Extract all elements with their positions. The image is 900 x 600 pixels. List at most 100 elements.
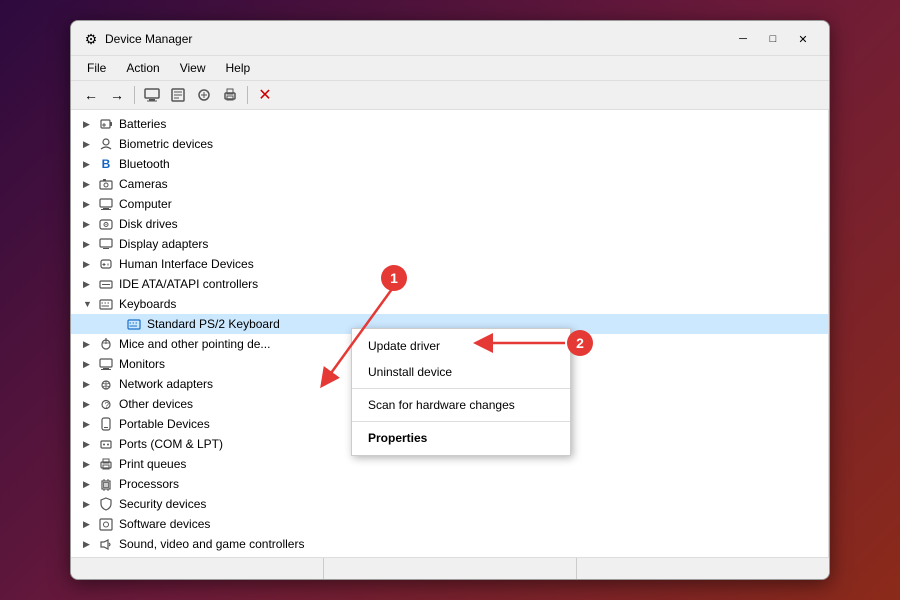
ctx-separator-2 [352,421,570,422]
chevron-soundvideo: ▶ [83,539,97,550]
chevron-bluetooth: ▶ [83,159,97,170]
ctx-update-driver[interactable]: Update driver [352,333,570,359]
keyboards-label: Keyboards [119,297,176,311]
tree-item-printqueues[interactable]: ▶ Print queues [71,454,828,474]
print-btn[interactable] [218,84,242,106]
tree-item-bluetooth[interactable]: ▶ B Bluetooth [71,154,828,174]
tree-item-keyboards[interactable]: ▼ Keyboards [71,294,828,314]
computer-icon-btn[interactable] [140,84,164,106]
chevron-monitors: ▶ [83,359,97,370]
softwaredevices-icon [97,516,115,532]
back-button[interactable]: ← [79,84,103,106]
cameras-icon [97,176,115,192]
networkadapters-label: Network adapters [119,377,213,391]
portabledevices-label: Portable Devices [119,417,210,431]
biometric-label: Biometric devices [119,137,213,151]
annotation-bubble-1: 1 [381,265,407,291]
printqueues-icon [97,456,115,472]
tree-item-processors[interactable]: ▶ Processors [71,474,828,494]
toolbar: ← → ✕ [71,81,829,110]
tree-item-batteries[interactable]: ▶ Batteries [71,114,828,134]
chevron-ports: ▶ [83,439,97,450]
tree-item-cameras[interactable]: ▶ Cameras [71,174,828,194]
tree-item-displayadapters[interactable]: ▶ Display adapters [71,234,828,254]
chevron-mice: ▶ [83,339,97,350]
chevron-keyboards: ▼ [83,299,97,309]
device-manager-window: ⚙ Device Manager ─ □ ✕ File Action View … [70,20,830,580]
printqueues-label: Print queues [119,457,186,471]
ctx-separator [352,388,570,389]
tree-item-hid[interactable]: ▶ Human Interface Devices [71,254,828,274]
maximize-button[interactable]: □ [759,29,787,49]
computer-label: Computer [119,197,172,211]
ports-icon [97,436,115,452]
ide-icon [97,276,115,292]
title-controls: ─ □ ✕ [729,29,817,49]
ctx-scan-hardware[interactable]: Scan for hardware changes [352,392,570,418]
ctx-properties[interactable]: Properties [352,425,570,451]
chevron-softwaredevices: ▶ [83,519,97,530]
toolbar-separator-1 [134,86,135,104]
close-button[interactable]: ✕ [789,29,817,49]
displayadapters-label: Display adapters [119,237,208,251]
biometric-icon [97,136,115,152]
processors-label: Processors [119,477,179,491]
tree-item-biometric[interactable]: ▶ Biometric devices [71,134,828,154]
tree-item-ide[interactable]: ▶ IDE ATA/ATAPI controllers [71,274,828,294]
chevron-batteries: ▶ [83,119,97,130]
cameras-label: Cameras [119,177,168,191]
monitors-icon [97,356,115,372]
tree-item-storagecontrollers[interactable]: ▶ Storage controllers [71,554,828,557]
mice-icon [97,336,115,352]
chevron-ide: ▶ [83,279,97,290]
content-area: ▶ Batteries ▶ Biometric devices ▶ [71,110,829,557]
chevron-diskdrives: ▶ [83,219,97,230]
menu-action[interactable]: Action [118,58,167,78]
displayadapters-icon [97,236,115,252]
status-section-1 [71,558,324,579]
softwaredevices-label: Software devices [119,517,210,531]
bluetooth-label: Bluetooth [119,157,170,171]
properties-btn[interactable] [166,84,190,106]
networkadapters-icon [97,376,115,392]
mice-label: Mice and other pointing de... [119,337,270,351]
batteries-label: Batteries [119,117,166,131]
minimize-button[interactable]: ─ [729,29,757,49]
context-menu: Update driver Uninstall device Scan for … [351,328,571,456]
chevron-networkadapters: ▶ [83,379,97,390]
title-bar: ⚙ Device Manager ─ □ ✕ [71,21,829,56]
chevron-printqueues: ▶ [83,459,97,470]
forward-button[interactable]: → [105,84,129,106]
scan-btn[interactable] [192,84,216,106]
toolbar-separator-2 [247,86,248,104]
otherdevices-label: Other devices [119,397,193,411]
status-section-3 [577,558,829,579]
window-title: Device Manager [105,32,192,46]
status-section-2 [324,558,577,579]
delete-btn[interactable]: ✕ [253,84,277,106]
annotation-bubble-2: 2 [567,330,593,356]
portabledevices-icon [97,416,115,432]
tree-item-softwaredevices[interactable]: ▶ Software devices [71,514,828,534]
storagecontrollers-icon [97,556,115,557]
keyboards-icon [97,296,115,312]
tree-item-computer[interactable]: ▶ Computer [71,194,828,214]
hid-icon [97,256,115,272]
menu-file[interactable]: File [79,58,114,78]
tree-item-securitydevices[interactable]: ▶ Security devices [71,494,828,514]
tree-item-diskdrives[interactable]: ▶ Disk drives [71,214,828,234]
chevron-processors: ▶ [83,479,97,490]
menu-help[interactable]: Help [218,58,259,78]
ctx-uninstall-device[interactable]: Uninstall device [352,359,570,385]
menu-view[interactable]: View [172,58,214,78]
chevron-portabledevices: ▶ [83,419,97,430]
chevron-cameras: ▶ [83,179,97,190]
soundvideo-icon [97,536,115,552]
monitors-label: Monitors [119,357,165,371]
tree-item-soundvideo[interactable]: ▶ Sound, video and game controllers [71,534,828,554]
window-icon: ⚙ [83,31,99,47]
chevron-biometric: ▶ [83,139,97,150]
chevron-otherdevices: ▶ [83,399,97,410]
chevron-computer: ▶ [83,199,97,210]
chevron-hid: ▶ [83,259,97,270]
